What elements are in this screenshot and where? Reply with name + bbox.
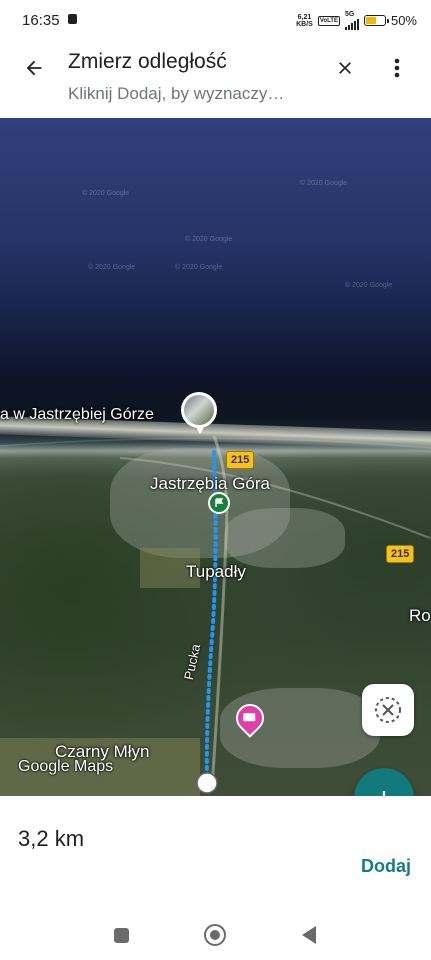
volte-badge: VoLTE <box>317 15 340 26</box>
page-title: Zmierz odległość <box>68 50 227 73</box>
arrow-back-icon <box>26 60 42 76</box>
status-time: 16:35 <box>22 12 60 29</box>
map-label-town: Jastrzębia Góra <box>150 474 270 493</box>
network-speed-unit: KB/S <box>296 20 313 28</box>
more-options-button[interactable] <box>383 52 411 84</box>
measure-sheet: 3,2 km Dodaj <box>0 796 431 900</box>
distance-value: 3,2 km <box>18 826 85 851</box>
signal-icon: 5G <box>344 11 359 30</box>
status-bar: 16:35 6,21 KB/S VoLTE 5G 50% <box>0 0 431 42</box>
page-subtitle: Kliknij Dodaj, by wyznaczy… <box>68 84 285 103</box>
place-photo-pin[interactable] <box>181 392 217 434</box>
google-maps-logo: Google Maps <box>18 758 114 775</box>
compass-button[interactable] <box>362 684 414 736</box>
add-button[interactable]: Dodaj <box>361 856 411 877</box>
close-icon <box>339 62 351 74</box>
road-badge: 215 <box>386 545 415 563</box>
compass-icon <box>375 697 401 723</box>
more-vert-icon <box>394 58 400 78</box>
road-badge: 215 <box>226 451 255 469</box>
flag-icon[interactable] <box>208 492 230 514</box>
map-label-beach: a w Jastrzębiej Górze <box>0 406 154 423</box>
battery-icon <box>363 15 389 26</box>
home-button[interactable] <box>204 924 226 946</box>
measure-endpoint[interactable] <box>196 772 218 794</box>
close-button[interactable] <box>329 52 361 84</box>
network-speed-value: 6,21 <box>297 13 312 21</box>
network-type: 5G <box>344 11 355 18</box>
system-nav-bar <box>0 900 431 960</box>
back-button[interactable] <box>18 52 50 84</box>
lock-icon <box>68 14 77 24</box>
toolbar: Zmierz odległość Kliknij Dodaj, by wyzna… <box>0 42 431 118</box>
map-label-edge: Ro <box>409 606 431 625</box>
network-speed: 6,21 KB/S <box>296 14 313 28</box>
status-indicators: 6,21 KB/S VoLTE 5G 50% <box>296 11 417 30</box>
map-label-village: Tupadły <box>186 562 246 581</box>
recent-apps-button[interactable] <box>114 928 129 943</box>
nav-back-button[interactable] <box>302 926 316 944</box>
battery-percent: 50% <box>390 13 417 28</box>
map-view[interactable]: © 2020 Google © 2020 Google © 2020 Googl… <box>0 118 431 796</box>
